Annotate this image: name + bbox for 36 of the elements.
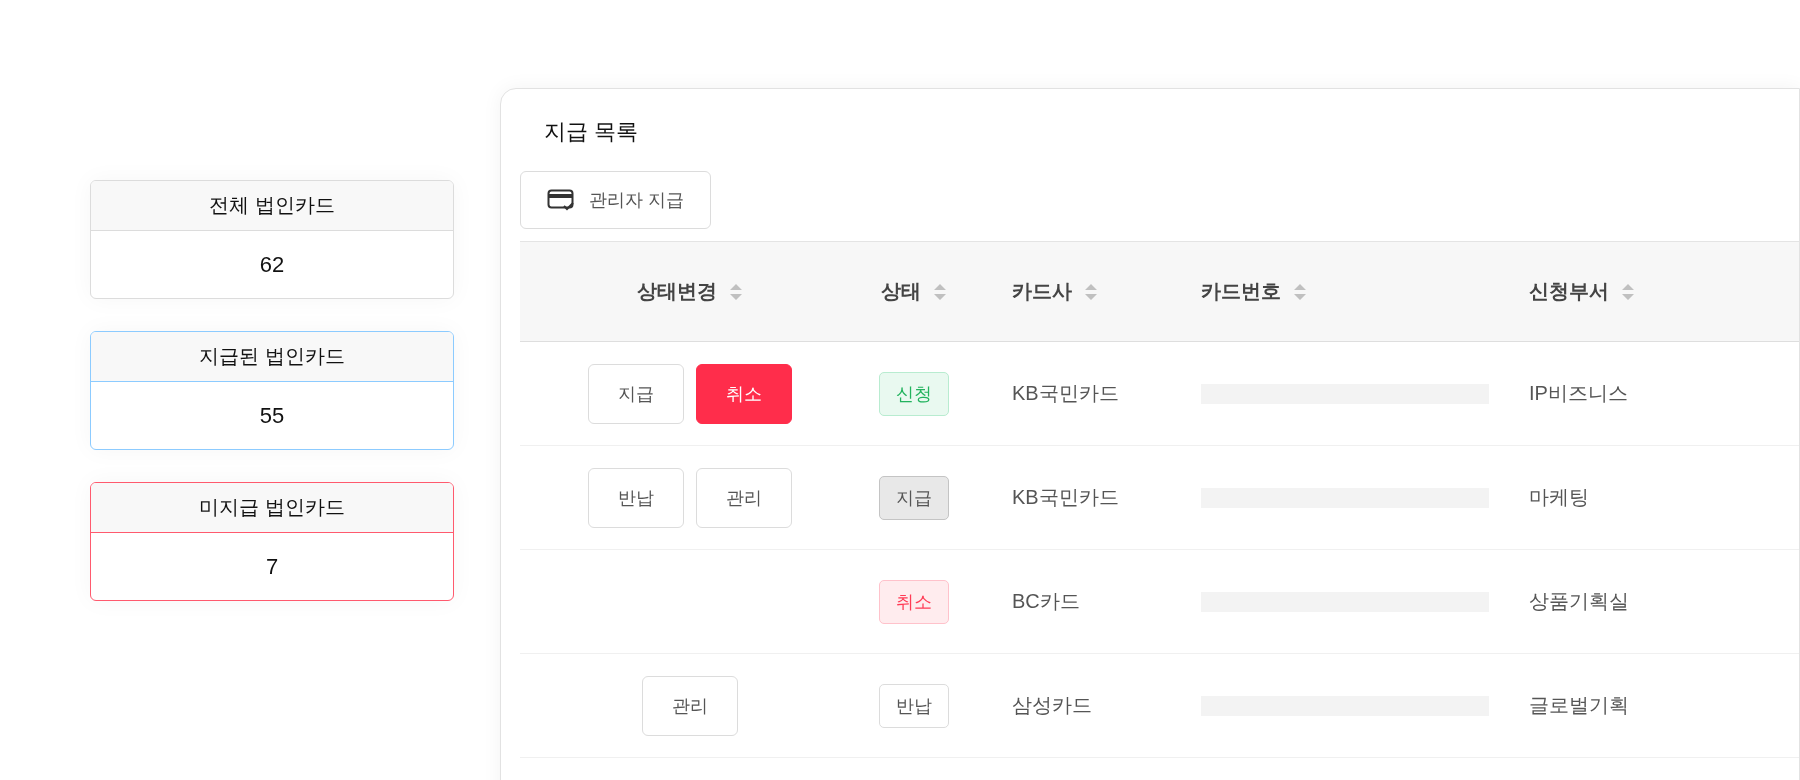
stat-label: 미지급 법인카드 <box>91 483 453 533</box>
status-badge: 반납 <box>879 683 949 728</box>
card-check-icon <box>547 189 575 211</box>
table-cell-text: BC카드 <box>1012 589 1080 614</box>
action-button[interactable]: 취소 <box>695 363 792 424</box>
column-header[interactable]: 상태 <box>881 278 921 305</box>
table-cell-text: 글로벌기획 <box>1529 693 1629 718</box>
stat-label: 전체 법인카드 <box>91 181 453 231</box>
column-header[interactable]: 신청부서 <box>1529 278 1609 305</box>
action-button[interactable]: 반납 <box>587 467 684 528</box>
status-badge: 신청 <box>879 371 949 416</box>
panel-title: 지급 목록 <box>543 118 639 146</box>
column-header[interactable]: 카드사 <box>1012 278 1072 305</box>
column-header[interactable]: 상태변경 <box>636 278 717 305</box>
sort-icon[interactable] <box>728 282 743 301</box>
sort-icon[interactable] <box>933 282 947 301</box>
stat-label: 지급된 법인카드 <box>91 332 453 382</box>
sort-icon[interactable] <box>1084 282 1098 301</box>
sort-icon[interactable] <box>1293 282 1307 301</box>
stat-value: 7 <box>264 552 280 581</box>
action-button[interactable]: 관리 <box>695 467 792 528</box>
status-badge: 지급 <box>879 475 949 520</box>
table-cell-text: KB국민카드 <box>1012 485 1119 510</box>
action-button[interactable]: 지급 <box>587 363 684 424</box>
table-cell-text: 상품기획실 <box>1529 589 1629 614</box>
table-cell-text: 마케팅 <box>1529 485 1589 510</box>
stat-value: 62 <box>258 250 286 279</box>
status-badge: 취소 <box>879 579 949 624</box>
column-header[interactable]: 카드번호 <box>1201 278 1281 305</box>
table-cell-text: 삼성카드 <box>1012 693 1092 718</box>
table-cell-text: IP비즈니스 <box>1529 381 1628 406</box>
sort-icon[interactable] <box>1621 282 1635 301</box>
admin-issue-button[interactable]: 관리자 지급 <box>520 171 711 229</box>
stat-value: 55 <box>258 401 286 430</box>
table-cell-text: KB국민카드 <box>1012 381 1119 406</box>
action-button[interactable]: 관리 <box>641 675 738 736</box>
